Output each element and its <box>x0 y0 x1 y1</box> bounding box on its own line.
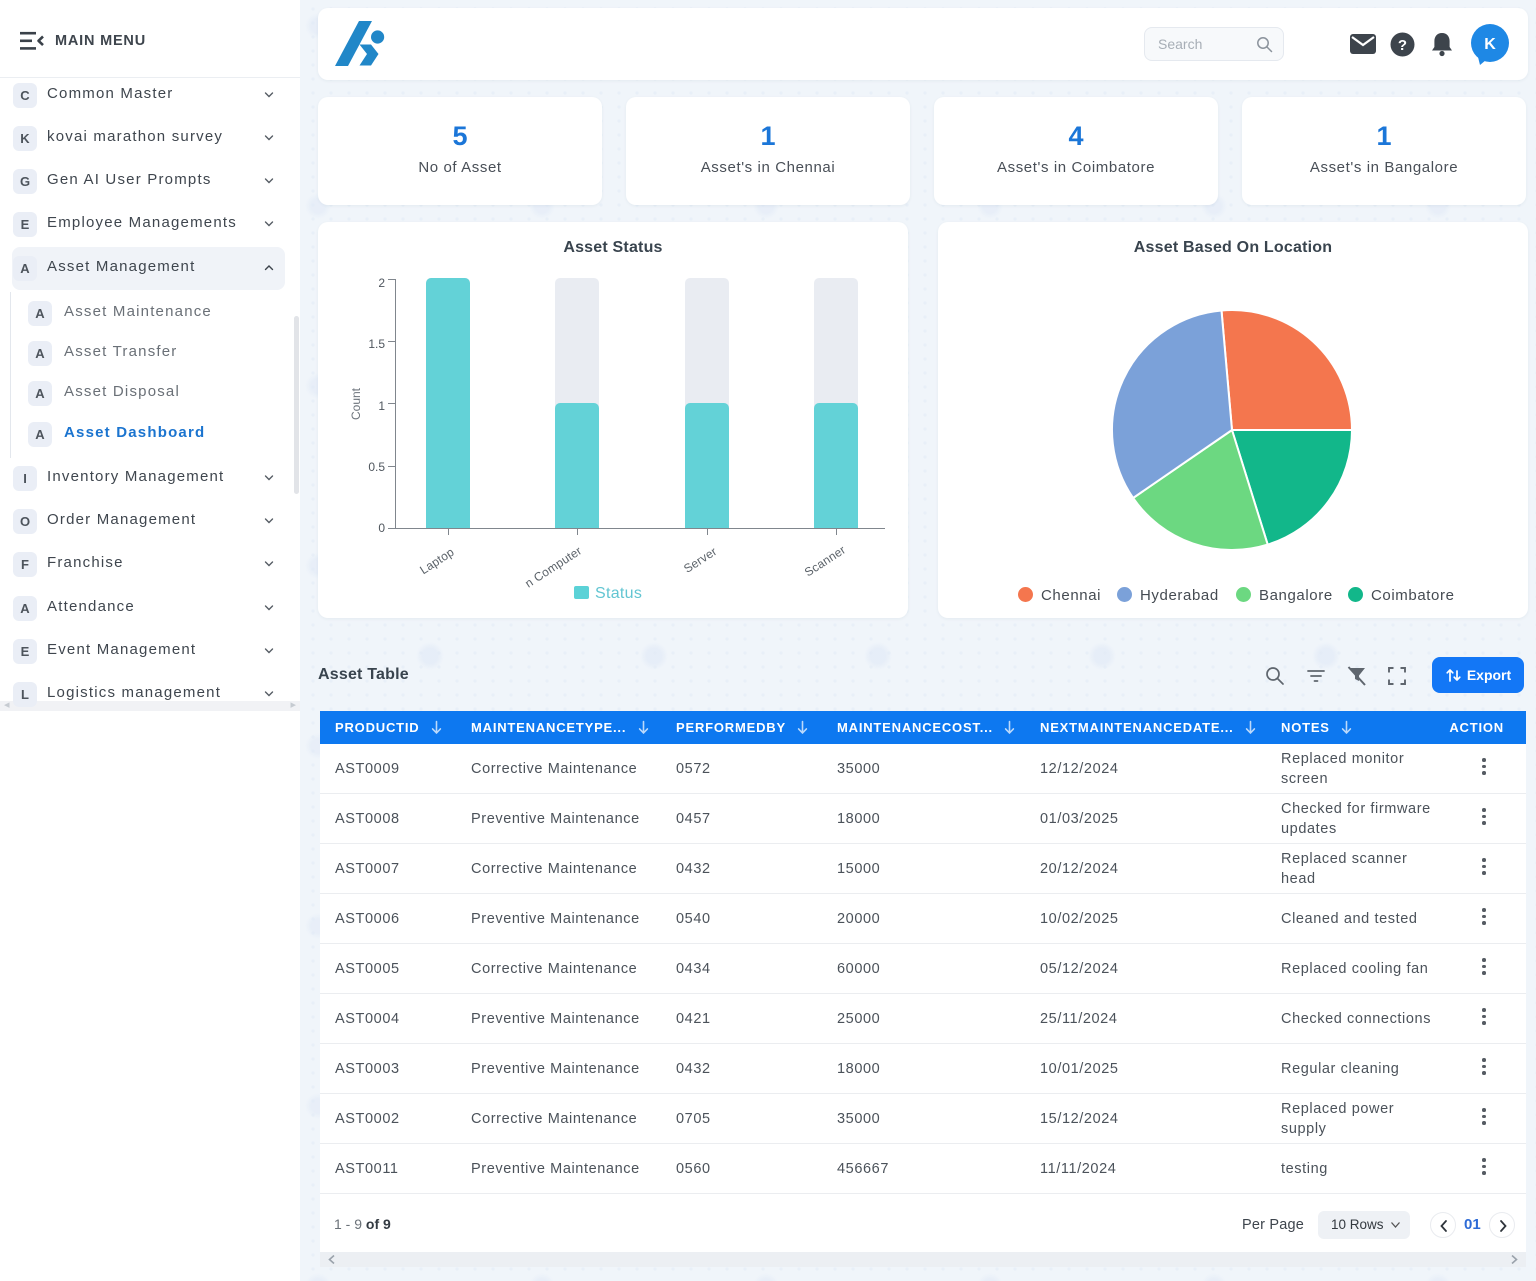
svg-text:K: K <box>1484 36 1496 53</box>
svg-text:?: ? <box>1398 37 1407 54</box>
